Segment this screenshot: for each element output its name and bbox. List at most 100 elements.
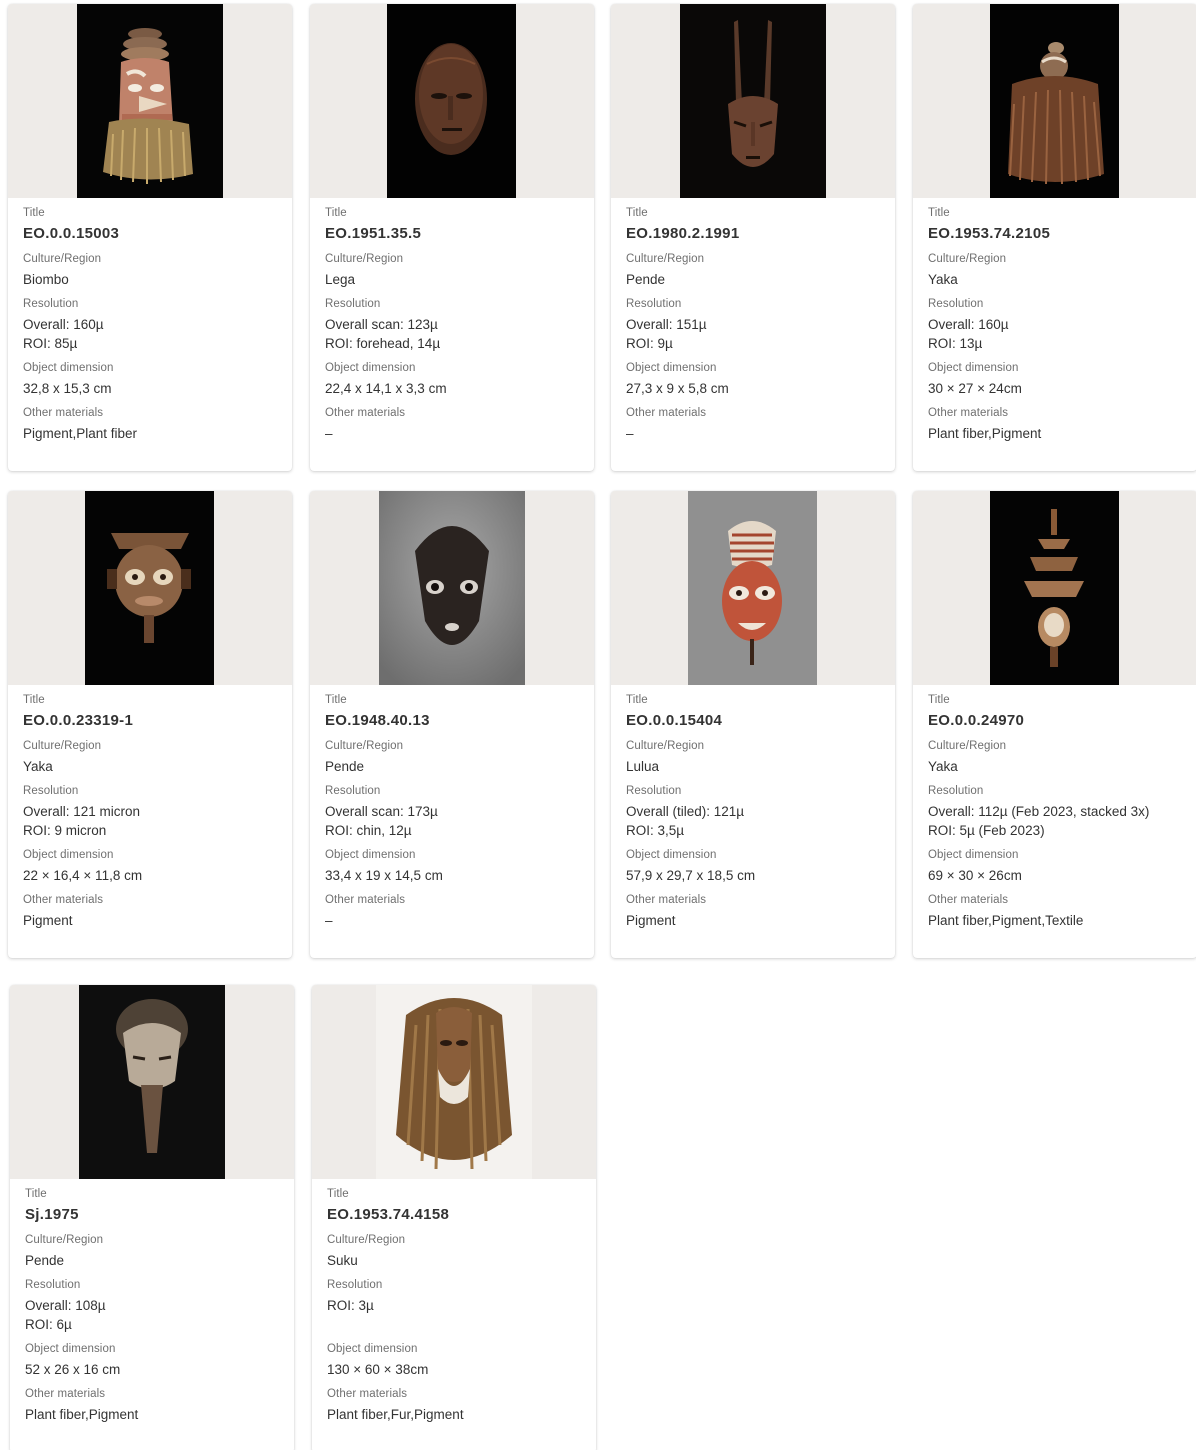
resolution-empty	[327, 1315, 581, 1334]
culture-label: Culture/Region	[25, 1234, 104, 1246]
thumbnail[interactable]	[8, 4, 292, 198]
materials-label: Other materials	[23, 894, 104, 906]
mask-suku-photo	[376, 985, 532, 1179]
resolution-roi: ROI: 85µ	[23, 336, 78, 351]
culture-value: Yaka	[23, 759, 53, 774]
object-card[interactable]: Title EO.1980.2.1991 Culture/Region Pend…	[611, 4, 895, 471]
materials-value: Plant fiber,Pigment,Textile	[928, 913, 1084, 928]
thumbnail[interactable]	[312, 985, 596, 1179]
mask-pende-dark-photo	[379, 491, 525, 685]
materials-value: Plant fiber,Pigment	[25, 1407, 139, 1422]
object-title: EO.0.0.15404	[626, 712, 723, 729]
resolution-roi: ROI: forehead, 14µ	[325, 336, 441, 351]
title-label: Title	[626, 694, 648, 706]
title-label: Title	[928, 694, 950, 706]
object-card[interactable]: Title EO.1951.35.5 Culture/Region Lega R…	[310, 4, 594, 471]
resolution-roi: ROI: chin, 12µ	[325, 823, 412, 838]
dimension-label: Object dimension	[25, 1343, 116, 1355]
resolution-roi: ROI: 5µ (Feb 2023)	[928, 823, 1045, 838]
materials-label: Other materials	[327, 1388, 408, 1400]
materials-label: Other materials	[626, 894, 707, 906]
object-title: EO.1951.35.5	[325, 225, 422, 242]
materials-label: Other materials	[325, 894, 406, 906]
mask-yaka-handle-photo	[85, 491, 214, 685]
resolution-label: Resolution	[23, 785, 79, 797]
resolution-label: Resolution	[23, 298, 79, 310]
object-title: EO.0.0.23319-1	[23, 712, 134, 729]
object-title: Sj.1975	[25, 1206, 79, 1223]
thumbnail[interactable]	[913, 491, 1196, 685]
dimension-value: 33,4 x 19 x 14,5 cm	[325, 868, 443, 883]
thumbnail[interactable]	[611, 4, 895, 198]
materials-label: Other materials	[325, 407, 406, 419]
culture-label: Culture/Region	[327, 1234, 406, 1246]
resolution-label: Resolution	[928, 298, 984, 310]
object-card[interactable]: Title EO.0.0.15404 Culture/Region Lulua …	[611, 491, 895, 958]
mask-yaka-fiber-photo	[990, 4, 1119, 198]
title-label: Title	[327, 1188, 349, 1200]
resolution-overall: Overall: 160µ	[23, 317, 104, 332]
resolution-label: Resolution	[325, 785, 381, 797]
title-label: Title	[325, 207, 347, 219]
mask-lega-photo	[387, 4, 516, 198]
dimension-label: Object dimension	[23, 849, 114, 861]
dimension-value: 130 × 60 × 38cm	[327, 1362, 429, 1377]
resolution-overall: Overall (tiled): 121µ	[626, 804, 745, 819]
resolution-overall: Overall: 160µ	[928, 317, 1009, 332]
culture-value: Lulua	[626, 759, 660, 774]
dimension-value: 52 x 26 x 16 cm	[25, 1362, 121, 1377]
culture-value: Suku	[327, 1253, 358, 1268]
dimension-value: 57,9 x 29,7 x 18,5 cm	[626, 868, 756, 883]
object-title: EO.1948.40.13	[325, 712, 430, 729]
object-card[interactable]: Title Sj.1975 Culture/Region Pende Resol…	[10, 985, 294, 1450]
thumbnail[interactable]	[10, 985, 294, 1179]
dimension-label: Object dimension	[325, 849, 416, 861]
culture-value: Yaka	[928, 759, 958, 774]
dimension-value: 27,3 x 9 x 5,8 cm	[626, 381, 729, 396]
thumbnail[interactable]	[8, 491, 292, 685]
resolution-roi: ROI: 6µ	[25, 1317, 72, 1332]
dimension-label: Object dimension	[626, 849, 717, 861]
object-card[interactable]: Title EO.1948.40.13 Culture/Region Pende…	[310, 491, 594, 958]
object-card[interactable]: Title EO.1953.74.2105 Culture/Region Yak…	[913, 4, 1196, 471]
mask-biombo-photo	[77, 4, 223, 198]
materials-value: Pigment	[626, 913, 676, 928]
resolution-label: Resolution	[626, 298, 682, 310]
object-title: EO.1953.74.2105	[928, 225, 1051, 242]
materials-value: –	[325, 426, 333, 441]
mask-pende-long-photo	[79, 985, 225, 1179]
object-title: EO.0.0.24970	[928, 712, 1025, 729]
thumbnail[interactable]	[310, 4, 594, 198]
thumbnail[interactable]	[913, 4, 1196, 198]
dimension-label: Object dimension	[928, 849, 1019, 861]
culture-value: Lega	[325, 272, 356, 287]
object-card[interactable]: Title EO.0.0.15003 Culture/Region Biombo…	[8, 4, 292, 471]
title-label: Title	[23, 694, 45, 706]
resolution-overall: Overall scan: 173µ	[325, 804, 438, 819]
resolution-overall: Overall: 108µ	[25, 1298, 106, 1313]
title-label: Title	[928, 207, 950, 219]
dimension-value: 30 × 27 × 24cm	[928, 381, 1022, 396]
title-label: Title	[25, 1188, 47, 1200]
materials-value: Plant fiber,Pigment	[928, 426, 1042, 441]
object-card-grid: Title EO.0.0.15003 Culture/Region Biombo…	[0, 0, 1196, 1450]
object-card[interactable]: Title EO.1953.74.4158 Culture/Region Suk…	[312, 985, 596, 1450]
object-card[interactable]: Title EO.0.0.24970 Culture/Region Yaka R…	[913, 491, 1196, 958]
dimension-label: Object dimension	[325, 362, 416, 374]
culture-value: Pende	[25, 1253, 65, 1268]
title-label: Title	[23, 207, 45, 219]
resolution-roi: ROI: 9 micron	[23, 823, 107, 838]
dimension-value: 22,4 x 14,1 x 3,3 cm	[325, 381, 447, 396]
thumbnail[interactable]	[611, 491, 895, 685]
culture-label: Culture/Region	[23, 740, 102, 752]
resolution-overall: Overall: 121 micron	[23, 804, 141, 819]
resolution-roi: ROI: 3,5µ	[626, 823, 685, 838]
dimension-label: Object dimension	[626, 362, 717, 374]
title-label: Title	[325, 694, 347, 706]
mask-yaka-tall-photo	[990, 491, 1119, 685]
object-title: EO.1980.2.1991	[626, 225, 740, 242]
thumbnail[interactable]	[310, 491, 594, 685]
object-title: EO.1953.74.4158	[327, 1206, 450, 1223]
object-card[interactable]: Title EO.0.0.23319-1 Culture/Region Yaka…	[8, 491, 292, 958]
culture-label: Culture/Region	[626, 253, 705, 265]
